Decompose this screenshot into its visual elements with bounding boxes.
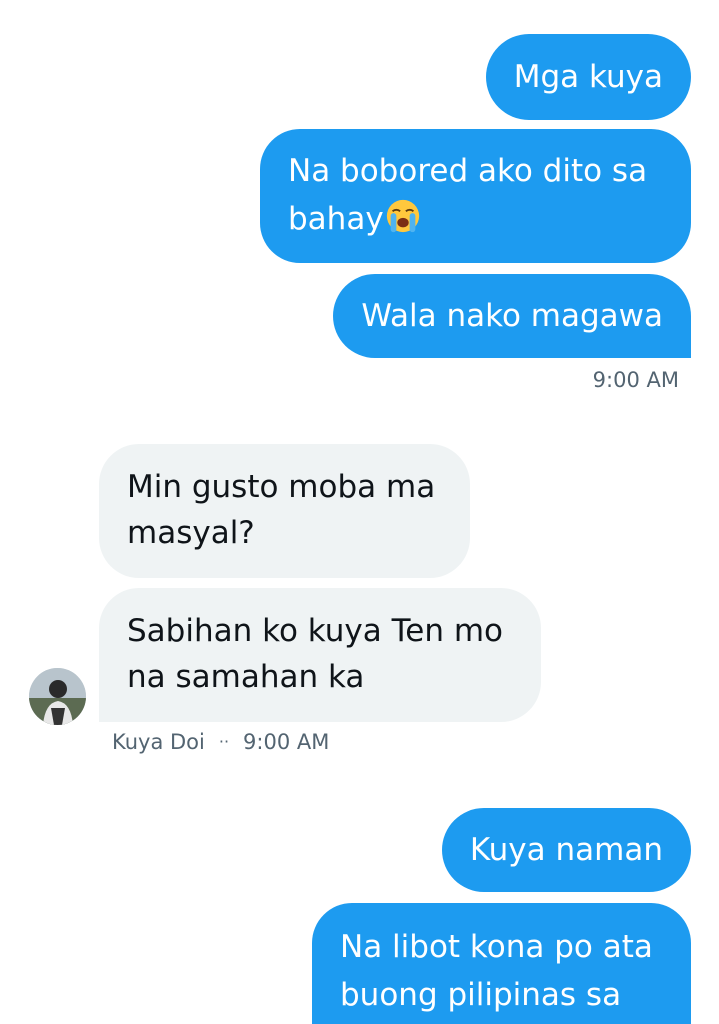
message-text: Na bobored ako dito sa: [288, 153, 648, 189]
sender-name[interactable]: Kuya Doi: [112, 730, 205, 754]
received-message[interactable]: Min gusto moba ma masyal?: [99, 444, 470, 578]
sent-message[interactable]: Mga kuya: [485, 34, 691, 120]
message-text: masyal?: [127, 515, 255, 551]
conversation-view: Mga kuya Na bobored ako dito sa bahay Wa…: [0, 0, 719, 1024]
message-text: Na libot kona po ata: [340, 929, 653, 965]
received-message[interactable]: Sabihan ko kuya Ten mo na samahan ka: [99, 588, 541, 722]
sent-message[interactable]: Kuya naman: [441, 808, 691, 892]
message-timestamp: 9:00 AM: [592, 368, 679, 392]
sent-message[interactable]: Wala nako magawa: [333, 274, 691, 358]
message-text: Mga kuya: [513, 59, 663, 95]
profile-photo-icon: [29, 668, 86, 725]
message-text: Sabihan ko kuya Ten mo: [127, 613, 504, 649]
message-text: na samahan ka: [127, 659, 365, 695]
message-timestamp: 9:00 AM: [243, 730, 330, 754]
loudly-crying-face-icon: [386, 199, 419, 233]
message-text: bahay: [288, 201, 384, 237]
message-text: Min gusto moba ma: [127, 469, 436, 505]
message-text: Wala nako magawa: [361, 298, 663, 334]
sent-message[interactable]: Na libot kona po ata buong pilipinas sa: [312, 903, 691, 1024]
sent-message[interactable]: Na bobored ako dito sa bahay: [260, 129, 691, 263]
message-meta: Kuya Doi ·· 9:00 AM: [112, 729, 329, 755]
avatar[interactable]: [29, 668, 86, 725]
message-text: Kuya naman: [469, 832, 663, 868]
separator: ··: [218, 732, 230, 751]
message-text: buong pilipinas sa: [340, 977, 622, 1013]
